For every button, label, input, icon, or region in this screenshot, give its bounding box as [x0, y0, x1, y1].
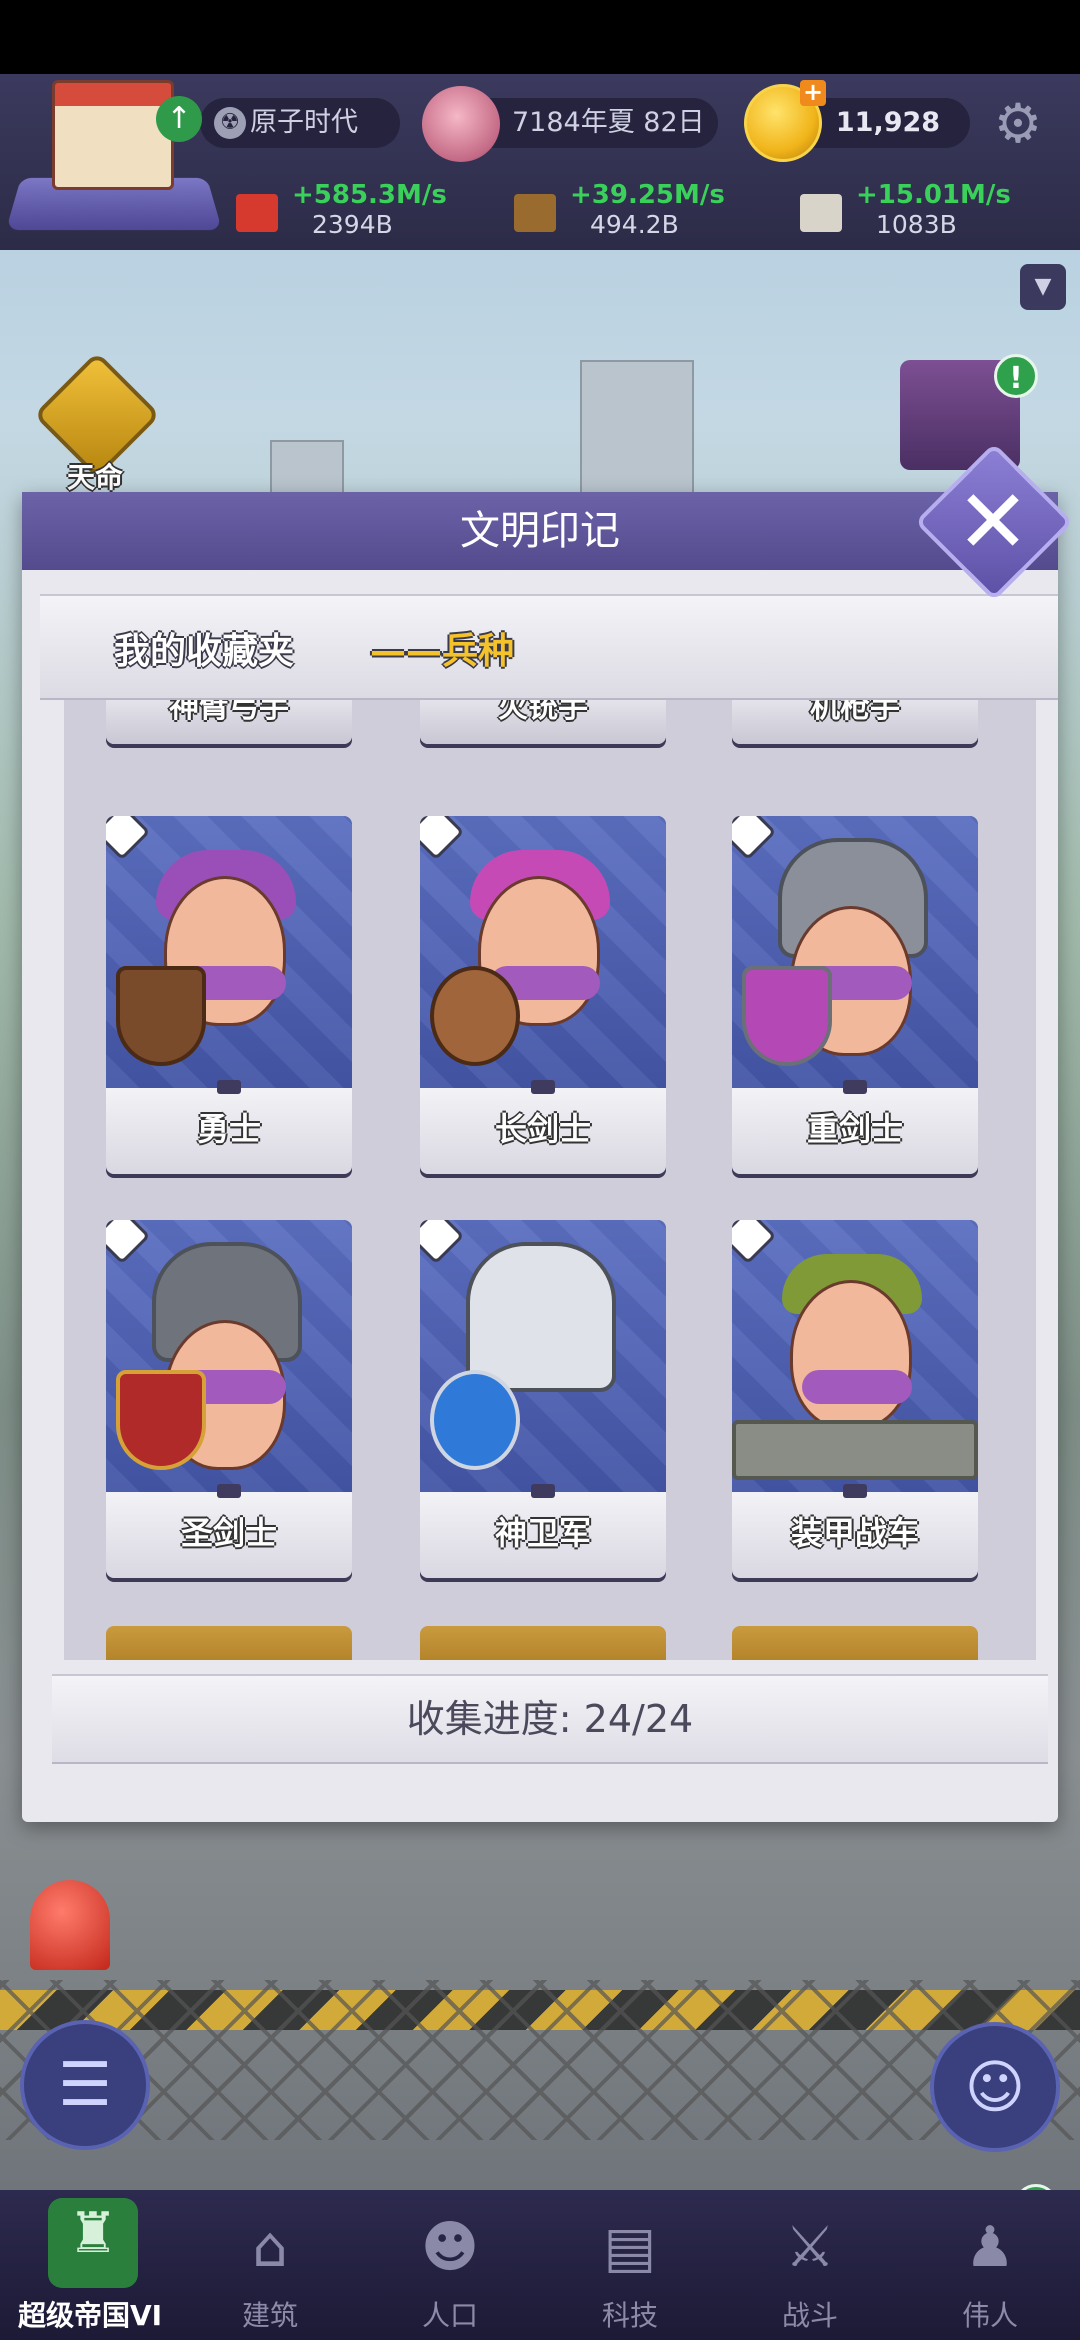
- barbed-wire-fence: [0, 1980, 1080, 2140]
- status-bar: [0, 0, 1080, 74]
- card-name: 神卫军: [494, 1514, 591, 1552]
- destiny-label: 天命: [66, 461, 123, 494]
- nav-label: 伟人: [961, 2299, 1018, 2332]
- person-icon: ☻: [420, 2215, 480, 2280]
- radiation-icon: ☢: [214, 107, 246, 139]
- chat-button[interactable]: ☰: [20, 2020, 150, 2150]
- card-grid[interactable]: 神臂弓手 火铳手 机枪手 勇士 长剑士 重剑士 圣剑士 神卫军 装甲战车: [64, 700, 1036, 1660]
- nav-population[interactable]: ☻ 人口: [360, 2190, 540, 2340]
- add-gold-button[interactable]: +: [800, 80, 826, 106]
- pet-button[interactable]: ☺: [930, 2022, 1060, 2152]
- card-name: 长剑士: [494, 1110, 591, 1148]
- nav-battle[interactable]: ⚔ 战斗: [720, 2190, 900, 2340]
- house-icon: ⌂: [252, 2215, 288, 2280]
- unit-card[interactable]: 装甲战车: [732, 1220, 978, 1578]
- stone-icon: [800, 194, 842, 232]
- book-icon: ▤: [603, 2215, 657, 2280]
- tank-icon: [732, 1420, 978, 1480]
- card-name: 装甲战车: [790, 1514, 919, 1552]
- card-name: 机枪手: [810, 700, 900, 725]
- crown-icon: [217, 1484, 241, 1498]
- unit-helmet: [466, 1242, 616, 1392]
- upgrade-arrow-icon[interactable]: ↑: [156, 96, 202, 142]
- shield-icon: [116, 966, 206, 1066]
- wood-icon: [514, 194, 556, 232]
- era-pill[interactable]: ☢ 原子时代: [200, 98, 400, 148]
- card-name: 重剑士: [806, 1110, 903, 1148]
- unit-card[interactable]: 重剑士: [732, 816, 978, 1174]
- nav-label: 超级帝国VI: [17, 2299, 163, 2332]
- ribbon-category: ——兵种: [370, 631, 515, 672]
- castle-icon: ♜: [48, 2198, 138, 2288]
- unit-card[interactable]: 圣剑士: [106, 1220, 352, 1578]
- crown-icon: [531, 1484, 555, 1498]
- card-name: 圣剑士: [180, 1514, 277, 1552]
- crown-icon: [843, 1484, 867, 1498]
- card-name: 神臂弓手: [169, 700, 289, 725]
- card-partial[interactable]: 火铳手: [420, 700, 666, 744]
- gold-amount: 11,928: [835, 107, 941, 138]
- bottom-nav: ♜ 超级帝国VI ⌂ 建筑 ☻ 人口 ▤ 科技 ⚔ 战斗 ♟ 伟人: [0, 2190, 1080, 2340]
- nav-label: 科技: [601, 2299, 658, 2332]
- unit-card[interactable]: 神卫军: [420, 1220, 666, 1578]
- avatar-building-icon: [52, 80, 174, 190]
- card-name: 火铳手: [498, 700, 588, 725]
- dialog-title: 文明印记: [22, 492, 1058, 570]
- dropdown-button[interactable]: ▼: [1020, 264, 1066, 310]
- close-icon: ✕: [956, 470, 1030, 573]
- card-partial[interactable]: [732, 1626, 978, 1660]
- close-button[interactable]: ✕: [914, 442, 1074, 602]
- resource-rate: +585.3M/s: [292, 180, 447, 210]
- card-name: 勇士: [196, 1110, 261, 1148]
- siren-icon[interactable]: [30, 1880, 110, 1970]
- shield-icon: [430, 1370, 520, 1470]
- collection-progress: 收集进度: 24/24: [52, 1674, 1048, 1764]
- unit-mustache: [802, 1370, 912, 1404]
- shield-icon: [116, 1370, 206, 1470]
- destiny-button[interactable]: 天命: [20, 351, 170, 494]
- card-partial[interactable]: 机枪手: [732, 700, 978, 744]
- nav-label: 建筑: [241, 2299, 298, 2332]
- bust-icon: ♟: [964, 2215, 1016, 2280]
- nav-empire[interactable]: ♜ 超级帝国VI: [0, 2190, 180, 2340]
- resource-rate: +15.01M/s: [856, 180, 1011, 210]
- brick-icon: [236, 194, 278, 232]
- swords-icon: ⚔: [784, 2215, 836, 2280]
- era-label: 原子时代: [250, 107, 358, 138]
- resource-amount: 1083B: [876, 210, 957, 239]
- round-shield-icon: [430, 966, 520, 1066]
- lotus-icon[interactable]: [422, 86, 500, 162]
- ribbon-label: 我的收藏夹: [114, 631, 295, 672]
- card-partial[interactable]: [420, 1626, 666, 1660]
- resource-rate: +39.25M/s: [570, 180, 725, 210]
- crown-icon: [531, 1080, 555, 1094]
- shield-icon: [742, 966, 832, 1066]
- background-building: [580, 360, 694, 514]
- progress-text: 收集进度: 24/24: [406, 1697, 694, 1741]
- resource-amount: 494.2B: [590, 210, 679, 239]
- game-date: 7184年夏 82日: [512, 107, 705, 138]
- card-partial[interactable]: [106, 1626, 352, 1660]
- nav-label: 战斗: [781, 2299, 838, 2332]
- unit-card[interactable]: 勇士: [106, 816, 352, 1174]
- unit-card[interactable]: 长剑士: [420, 816, 666, 1174]
- alert-badge: !: [994, 354, 1038, 398]
- unit-head: [790, 1280, 912, 1430]
- card-partial[interactable]: 神臂弓手: [106, 700, 352, 744]
- nav-buildings[interactable]: ⌂ 建筑: [180, 2190, 360, 2340]
- nav-label: 人口: [421, 2299, 478, 2332]
- resource-amount: 2394B: [312, 210, 393, 239]
- nav-greats[interactable]: ♟ 伟人: [900, 2190, 1080, 2340]
- gear-icon[interactable]: ⚙: [990, 96, 1046, 152]
- collection-ribbon: 我的收藏夹 ——兵种: [40, 594, 1058, 700]
- crown-icon: [217, 1080, 241, 1094]
- nav-tech[interactable]: ▤ 科技: [540, 2190, 720, 2340]
- crown-icon: [843, 1080, 867, 1094]
